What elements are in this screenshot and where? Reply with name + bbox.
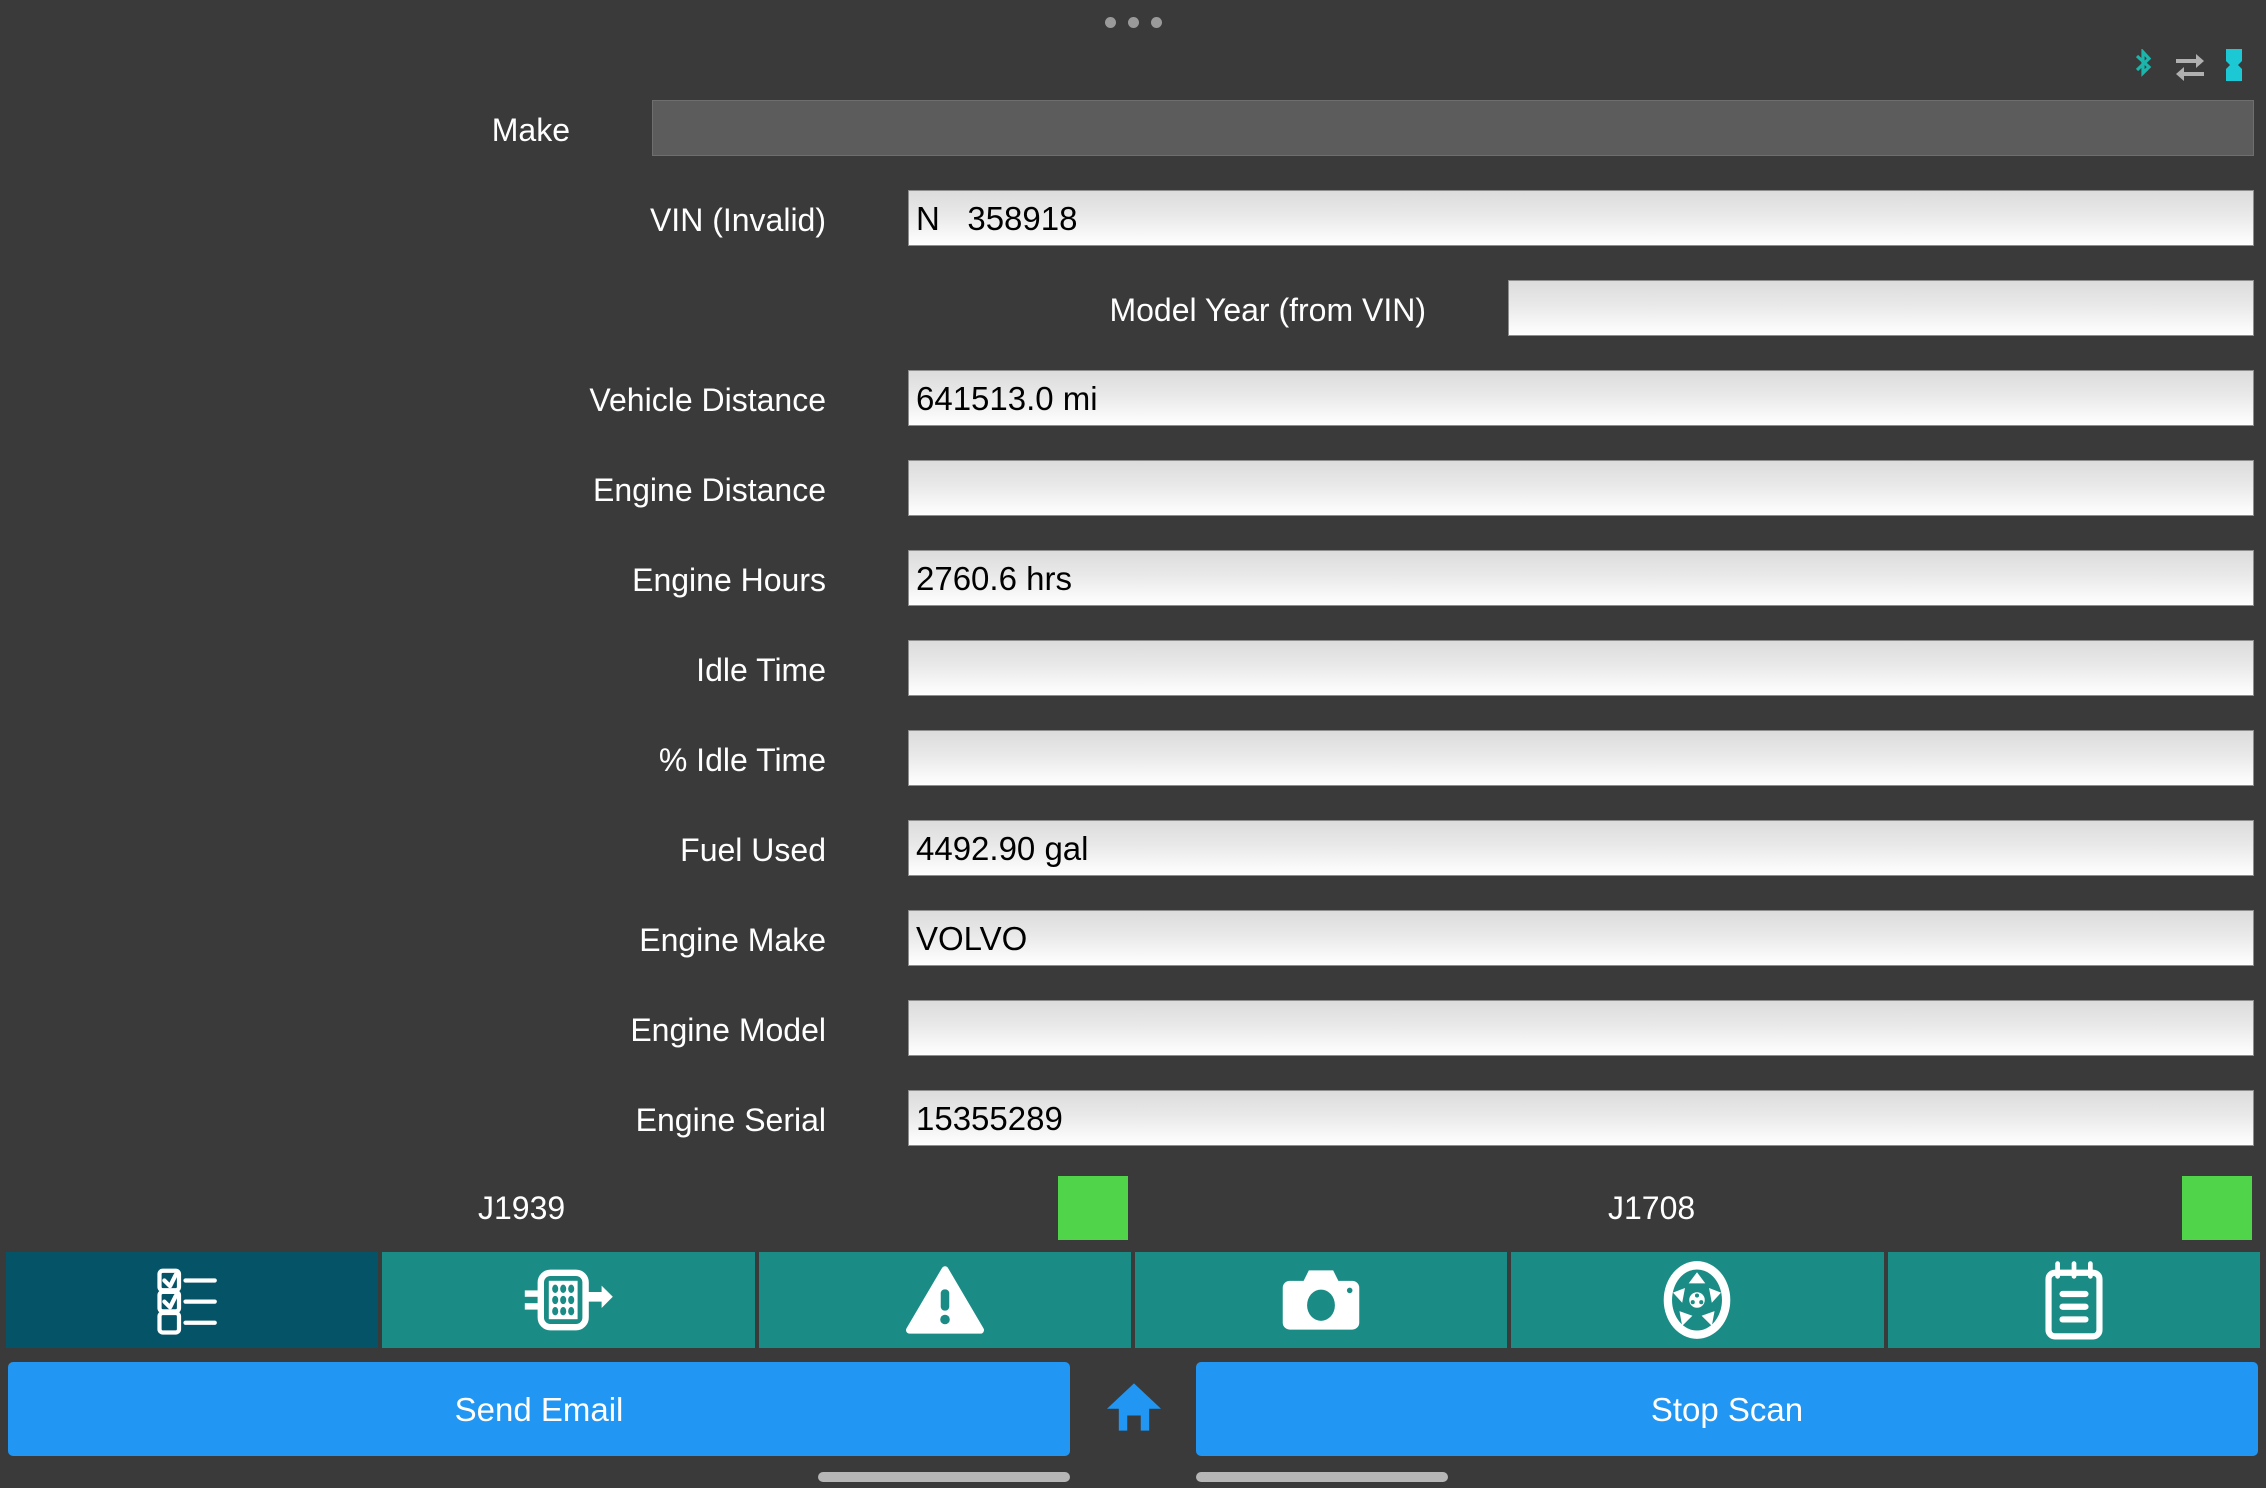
- form-row: Engine Distance: [0, 452, 2266, 542]
- form-row: % Idle Time: [0, 722, 2266, 812]
- vehicle-info-form: Make VIN (Invalid) N 358918 Model Year (fro…: [0, 92, 2266, 1204]
- tab-faults[interactable]: [758, 1252, 1131, 1348]
- home-button[interactable]: [1072, 1362, 1196, 1456]
- field-label: % Idle Time: [658, 742, 826, 778]
- window-handle[interactable]: [0, 0, 2266, 44]
- field-value[interactable]: [908, 460, 2254, 516]
- form-row: Fuel Used 4492.90 gal: [0, 812, 2266, 902]
- tab-checklist[interactable]: [6, 1252, 379, 1348]
- field-label: Make: [491, 112, 570, 148]
- stop-scan-label: Stop Scan: [1650, 1390, 1804, 1428]
- field-value[interactable]: VOLVO: [908, 910, 2254, 966]
- form-row: Engine Model: [0, 992, 2266, 1082]
- tab-connector[interactable]: [382, 1252, 755, 1348]
- status-icon-tray: [2130, 48, 2244, 82]
- form-row: Engine Serial 15355289: [0, 1082, 2266, 1172]
- nav-pill[interactable]: [818, 1472, 1070, 1482]
- form-row: Make: [0, 92, 2266, 182]
- field-label: Engine Hours: [632, 562, 826, 598]
- field-label: Engine Model: [630, 1012, 826, 1048]
- protocol-status-indicator: [2182, 1176, 2252, 1240]
- form-row: Vehicle Distance 641513.0 mi: [0, 362, 2266, 452]
- protocol-label: J1939: [478, 1190, 566, 1226]
- tab-tires[interactable]: [1511, 1252, 1884, 1348]
- send-email-label: Send Email: [454, 1390, 624, 1428]
- field-value[interactable]: 641513.0 mi: [908, 370, 2254, 426]
- tab-camera[interactable]: [1134, 1252, 1508, 1348]
- field-label: Vehicle Distance: [589, 382, 826, 418]
- app-root: Make VIN (Invalid) N 358918 Model Year (fro…: [0, 0, 2266, 1488]
- form-row: Idle Time: [0, 632, 2266, 722]
- field-value[interactable]: [908, 640, 2254, 696]
- field-value[interactable]: 15355289: [908, 1090, 2254, 1146]
- handle-dot: [1150, 16, 1162, 28]
- tab-notes[interactable]: [1887, 1252, 2260, 1348]
- handle-dot: [1104, 16, 1116, 28]
- field-label: Engine Distance: [592, 472, 826, 508]
- field-value[interactable]: [908, 1000, 2254, 1056]
- bluetooth-icon[interactable]: [2130, 49, 2156, 81]
- field-label: Fuel Used: [680, 832, 826, 868]
- field-value[interactable]: 4492.90 gal: [908, 820, 2254, 876]
- field-label: Engine Serial: [635, 1102, 826, 1138]
- field-value[interactable]: [1508, 280, 2254, 336]
- field-label: VIN (Invalid): [649, 202, 826, 238]
- field-value[interactable]: [908, 730, 2254, 786]
- device-battery-icon[interactable]: [2224, 49, 2244, 81]
- protocol-status-row: J1939 J1708: [0, 1176, 2266, 1240]
- field-value[interactable]: N 358918: [908, 190, 2254, 246]
- field-value[interactable]: 2760.6 hrs: [908, 550, 2254, 606]
- system-nav-bar: [0, 1470, 2266, 1488]
- form-row: Model Year (from VIN): [0, 272, 2266, 362]
- action-bar: Send Email Stop Scan: [0, 1352, 2266, 1488]
- protocol-status-indicator: [1058, 1176, 1128, 1240]
- handle-dot: [1127, 16, 1139, 28]
- form-row: Engine Make VOLVO: [0, 902, 2266, 992]
- nav-pill[interactable]: [1196, 1472, 1448, 1482]
- handle-dots: [1104, 16, 1162, 28]
- field-value[interactable]: [652, 100, 2254, 156]
- field-label: Idle Time: [696, 652, 826, 688]
- send-email-button[interactable]: Send Email: [8, 1362, 1070, 1456]
- protocol-label: J1708: [1608, 1190, 1696, 1226]
- stop-scan-button[interactable]: Stop Scan: [1196, 1362, 2258, 1456]
- form-row: Engine Hours 2760.6 hrs: [0, 542, 2266, 632]
- data-transfer-icon[interactable]: [2174, 49, 2206, 81]
- home-icon: [1105, 1380, 1163, 1439]
- form-row: VIN (Invalid) N 358918: [0, 182, 2266, 272]
- field-label: Engine Make: [639, 922, 826, 958]
- tab-bar: [0, 1252, 2266, 1348]
- field-label: Model Year (from VIN): [1109, 292, 1426, 328]
